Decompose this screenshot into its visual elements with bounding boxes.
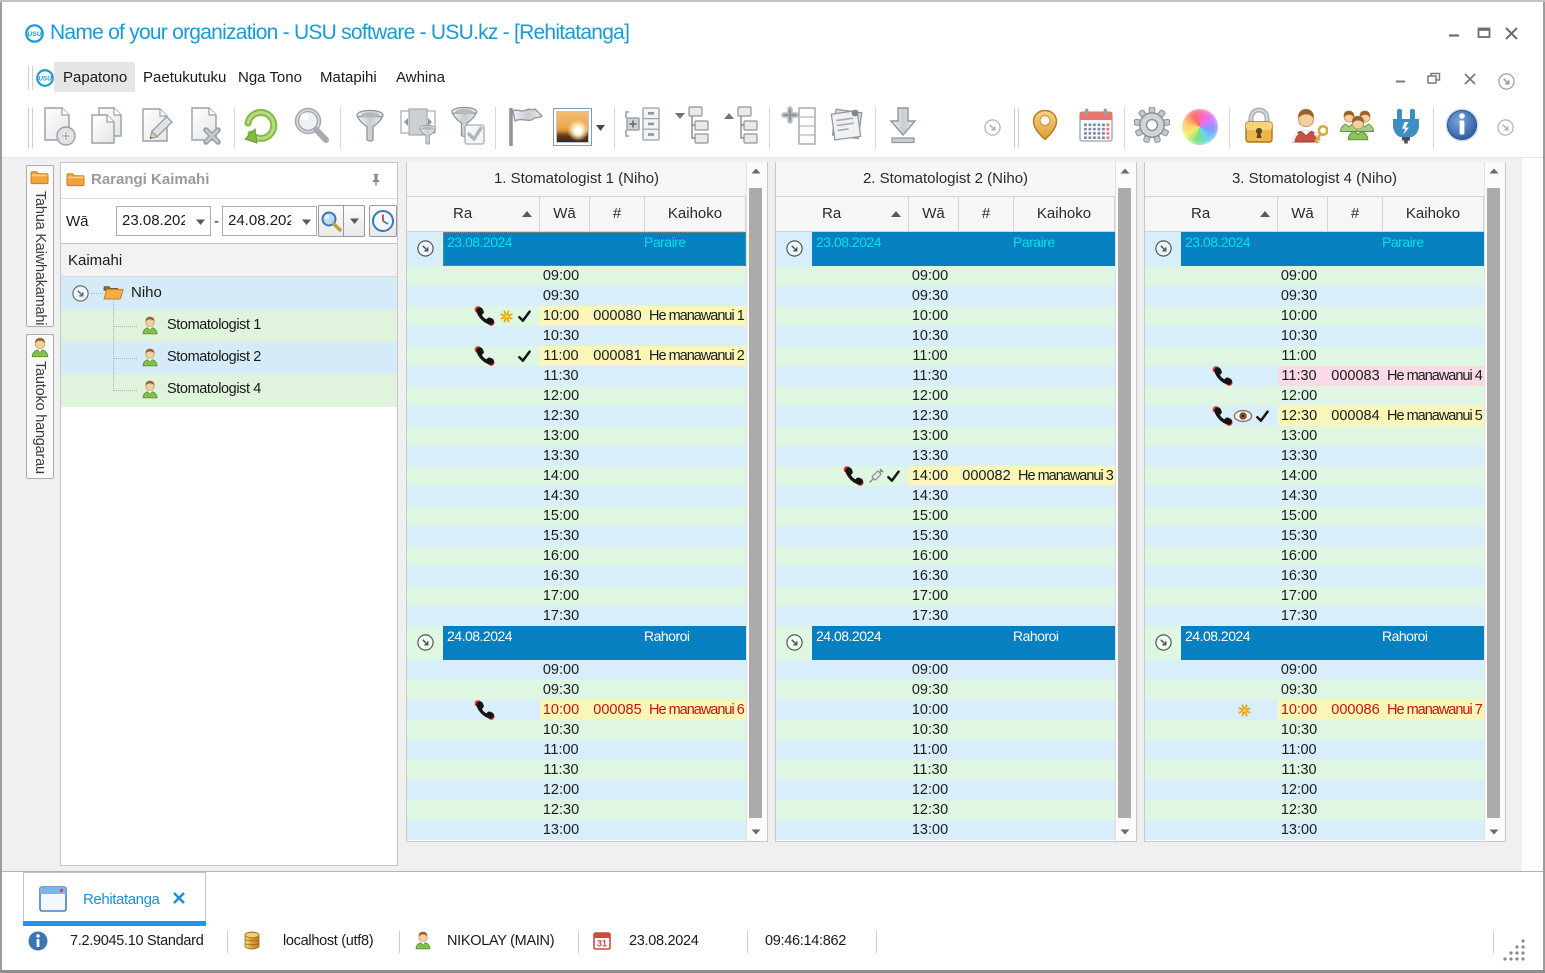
svg-text:31: 31: [597, 939, 607, 949]
svg-text:USU: USU: [27, 31, 41, 38]
svg-text:USU: USU: [38, 75, 52, 82]
